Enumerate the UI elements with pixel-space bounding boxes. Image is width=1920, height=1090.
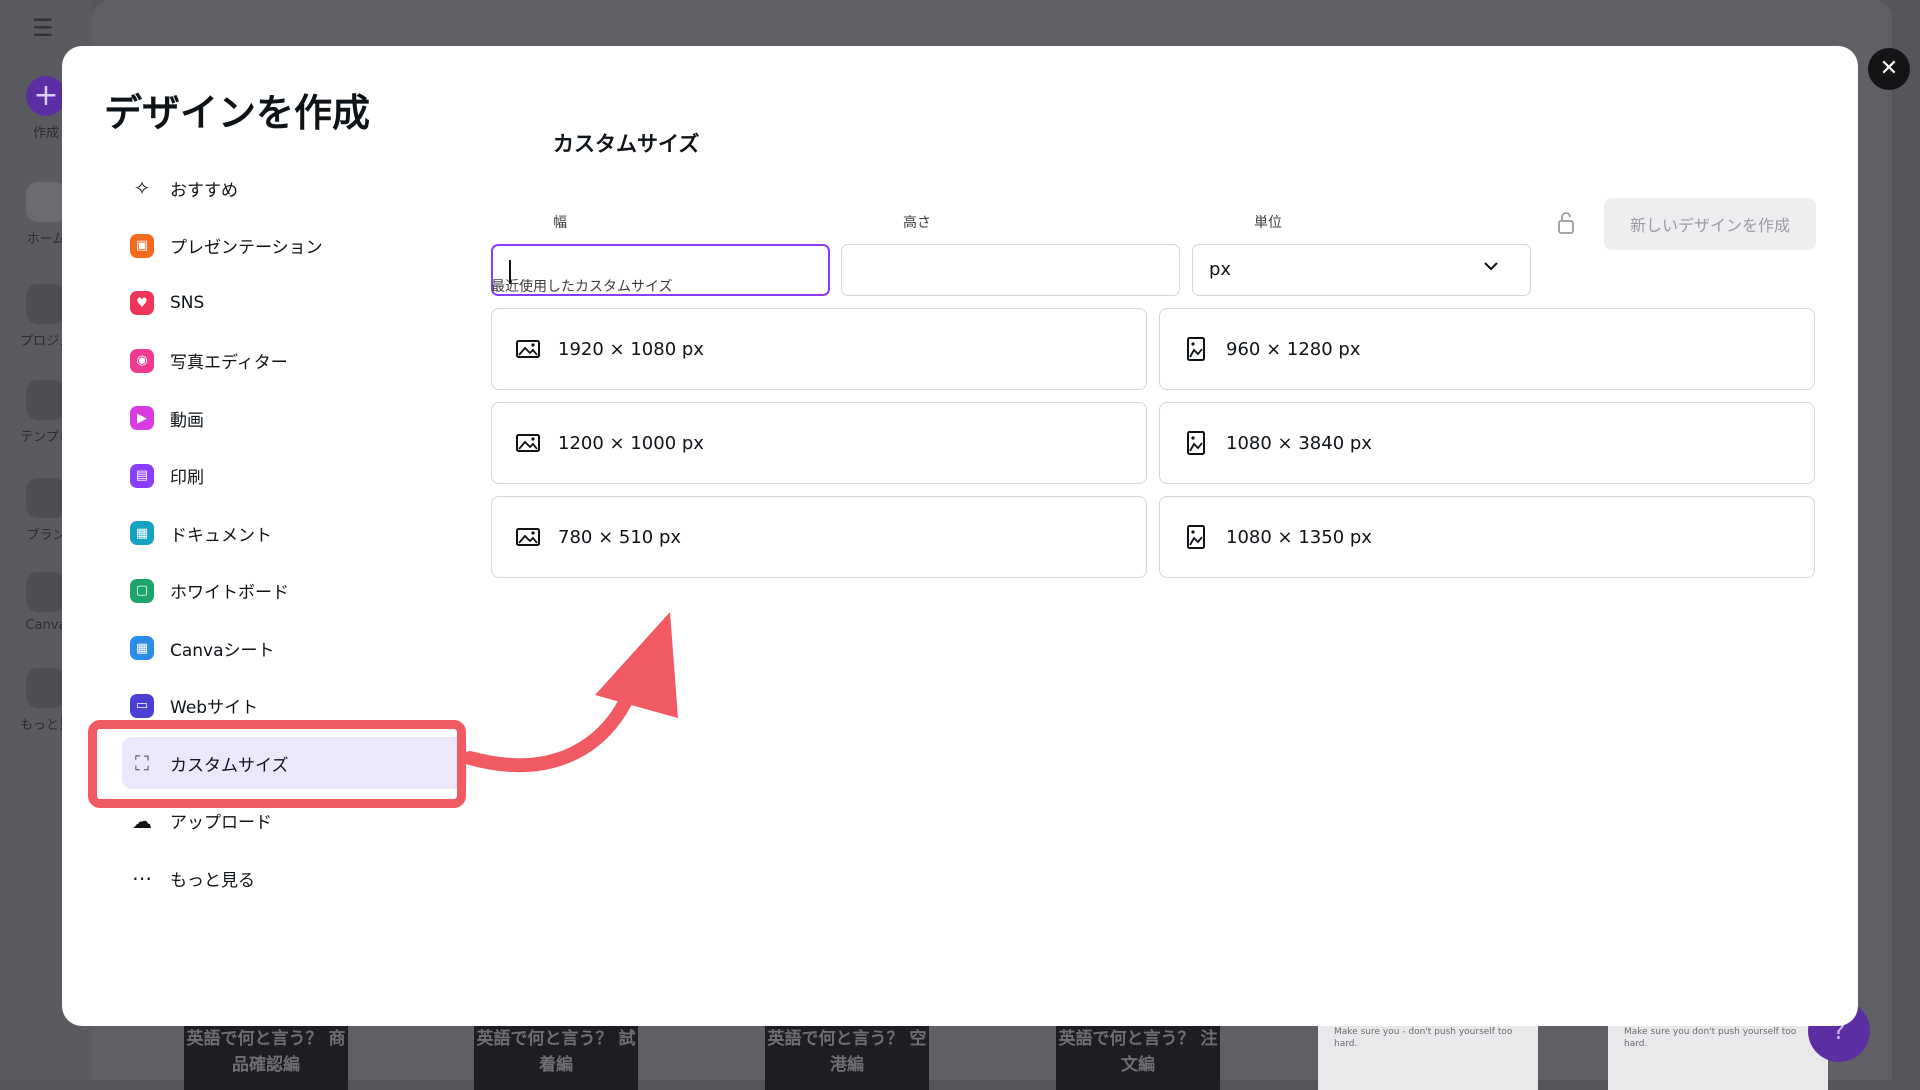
sidebar-item-label: Canva — [25, 618, 67, 633]
nav-item-label: SNS — [170, 293, 205, 313]
portrait-image-icon — [1187, 337, 1205, 361]
nav-item[interactable]: ♥ SNS — [104, 277, 449, 329]
video-icon: ▶ — [130, 406, 154, 430]
portrait-image-icon — [1187, 431, 1205, 455]
more-dots-icon: ⋯ — [132, 866, 152, 890]
height-label: 高さ — [903, 215, 931, 231]
document-icon: ▦ — [130, 521, 154, 545]
nav-item[interactable]: ▣ プレゼンテーション — [104, 220, 449, 272]
recent-size-label: 1080 × 3840 px — [1226, 432, 1372, 454]
close-icon[interactable]: ✕ — [1868, 48, 1910, 90]
height-input[interactable] — [841, 244, 1180, 296]
canva-ai-icon — [26, 572, 66, 612]
modal-title: デザインを作成 — [104, 91, 371, 135]
unit-label: 単位 — [1254, 215, 1282, 231]
printer-icon: ▤ — [130, 463, 154, 488]
recent-size-label: 1200 × 1000 px — [558, 432, 704, 454]
heart-icon: ♥ — [130, 291, 154, 315]
nav-item-label: Canvaシート — [170, 640, 275, 661]
nav-item[interactable]: ▤ 印刷 — [104, 450, 449, 502]
plus-icon: + — [26, 76, 66, 116]
unit-select[interactable]: px — [1192, 244, 1531, 296]
nav-item-label: アップロード — [170, 813, 272, 833]
more-dots-icon — [26, 668, 66, 708]
create-new-design-button[interactable]: 新しいデザインを作成 — [1604, 198, 1816, 250]
brand-icon — [26, 478, 66, 518]
portrait-image-icon — [1187, 525, 1205, 549]
recent-size-card[interactable]: 780 × 510 px — [491, 496, 1147, 578]
nav-item-label: おすすめ — [170, 180, 238, 201]
landscape-image-icon — [516, 434, 540, 452]
lock-aspect-icon[interactable] — [1556, 211, 1578, 237]
unit-select-value: px — [1209, 259, 1232, 280]
nav-item-label: もっと見る — [170, 870, 255, 891]
whiteboard-icon: ▢ — [130, 578, 154, 603]
custom-size-highlight-box — [88, 720, 466, 808]
sheet-icon: ▦ — [130, 636, 154, 660]
upload-cloud-icon: ☁ — [132, 808, 152, 833]
recent-size-label: 1080 × 1350 px — [1226, 526, 1372, 548]
nav-item-label: 動画 — [170, 410, 204, 431]
template-icon — [26, 380, 66, 420]
sparkle-icon: ✧ — [133, 176, 151, 200]
recent-size-label: 1920 × 1080 px — [558, 338, 704, 360]
website-icon: ▭ — [130, 693, 154, 718]
nav-item[interactable]: ⋯ もっと見る — [104, 852, 449, 904]
nav-item-label: 印刷 — [170, 468, 204, 488]
nav-item[interactable]: ◉ 写真エディター — [104, 335, 449, 387]
nav-item-label: プレゼンテーション — [170, 238, 323, 258]
recent-size-card[interactable]: 1920 × 1080 px — [491, 308, 1147, 390]
landscape-image-icon — [516, 340, 540, 358]
recent-size-card[interactable]: 1080 × 1350 px — [1159, 496, 1815, 578]
nav-item[interactable]: ▦ ドキュメント — [104, 507, 449, 559]
nav-item[interactable]: ✧ おすすめ — [104, 162, 449, 214]
nav-item-label: ホワイトボード — [170, 583, 289, 603]
hamburger-menu-icon[interactable]: ☰ — [32, 14, 60, 42]
arrow-annotation-icon — [463, 612, 678, 773]
nav-item-label: ドキュメント — [170, 525, 272, 546]
recent-size-label: 960 × 1280 px — [1226, 338, 1361, 360]
recent-size-label: 780 × 510 px — [558, 526, 682, 548]
sidebar-item-label: 作成 — [32, 126, 59, 141]
chevron-down-icon — [1482, 257, 1500, 280]
create-design-modal: デザインを作成 ✧ おすすめ ▣ プレゼンテーション ♥ SNS ◉ 写真エディター ▶ 動画 ▤ 印… — [62, 46, 1858, 1026]
presentation-icon: ▣ — [130, 233, 154, 258]
nav-item-label: 写真エディター — [170, 353, 288, 373]
recent-sizes-label: 最近使用したカスタムサイズ — [491, 279, 673, 295]
recent-size-card[interactable]: 960 × 1280 px — [1159, 308, 1815, 390]
recent-size-card[interactable]: 1200 × 1000 px — [491, 402, 1147, 484]
sidebar-item-label: ブラン — [26, 528, 66, 543]
recent-size-card[interactable]: 1080 × 3840 px — [1159, 402, 1815, 484]
home-icon — [26, 182, 66, 222]
width-label: 幅 — [553, 215, 567, 231]
folder-icon — [26, 284, 66, 324]
landscape-image-icon — [516, 528, 540, 546]
nav-item[interactable]: ▢ ホワイトボード — [104, 565, 449, 617]
nav-item-label: Webサイト — [170, 698, 259, 718]
camera-icon: ◉ — [130, 348, 154, 373]
sidebar-item-label: ホーム — [26, 232, 66, 247]
custom-size-title: カスタムサイズ — [553, 132, 700, 156]
nav-item[interactable]: ▶ 動画 — [104, 392, 449, 444]
nav-item[interactable]: ▦ Canvaシート — [104, 622, 449, 674]
